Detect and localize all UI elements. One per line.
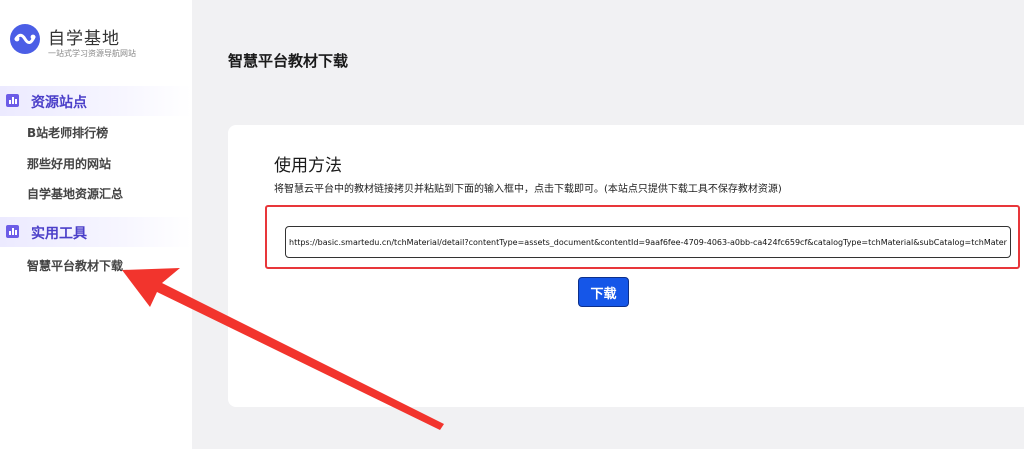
page-title: 智慧平台教材下载 bbox=[228, 52, 349, 70]
logo-icon bbox=[10, 24, 40, 54]
sidebar: 自学基地 一站式学习资源导航网站 资源站点 B站老师排行榜 那些好用的网站 自学… bbox=[0, 0, 192, 449]
sidebar-item-textbook-download[interactable]: 智慧平台教材下载 bbox=[27, 257, 123, 274]
sidebar-section-label: 实用工具 bbox=[31, 226, 87, 242]
brand-title[interactable]: 自学基地 bbox=[48, 24, 120, 49]
download-button[interactable]: 下载 bbox=[578, 277, 629, 307]
sidebar-section-resources[interactable]: 资源站点 bbox=[0, 86, 192, 116]
brand-subtitle: 一站式学习资源导航网站 bbox=[48, 49, 136, 58]
sidebar-section-label: 资源站点 bbox=[31, 95, 87, 111]
bar-chart-icon bbox=[6, 225, 19, 238]
usage-title: 使用方法 bbox=[274, 156, 342, 176]
sidebar-item-useful-sites[interactable]: 那些好用的网站 bbox=[27, 155, 111, 172]
bar-chart-icon bbox=[6, 94, 19, 107]
url-input[interactable] bbox=[285, 226, 1011, 258]
usage-description: 将智慧云平台中的教材链接拷贝并粘贴到下面的输入框中，点击下载即可。(本站点只提供… bbox=[274, 184, 782, 195]
sidebar-item-bilibili-ranking[interactable]: B站老师排行榜 bbox=[27, 124, 108, 141]
sidebar-section-tools[interactable]: 实用工具 bbox=[0, 217, 192, 247]
sidebar-item-resource-summary[interactable]: 自学基地资源汇总 bbox=[27, 185, 123, 202]
